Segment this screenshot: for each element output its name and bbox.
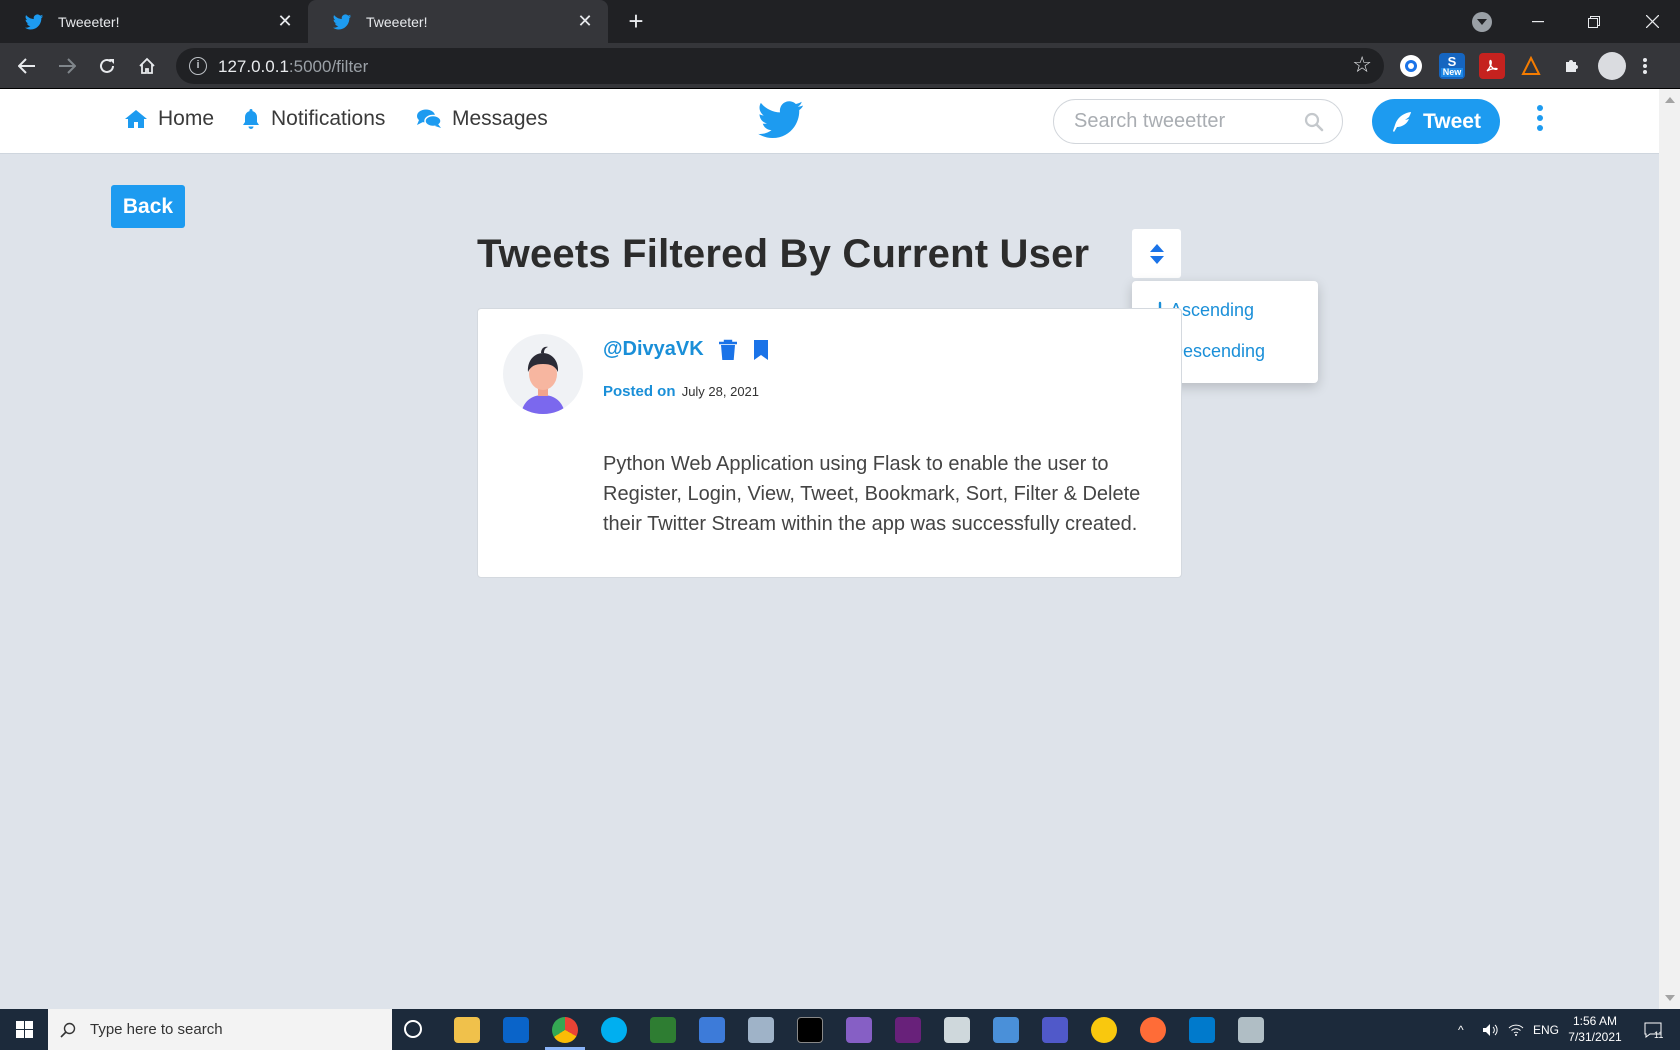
database-tool-icon[interactable] [944,1017,970,1043]
close-tab-icon[interactable]: ✕ [276,12,294,30]
database-stack-icon[interactable] [1238,1017,1264,1043]
nav-home-label: Home [158,107,215,130]
bookmark-star-icon[interactable]: ☆ [1352,54,1372,76]
nav-messages-label: Messages [452,107,548,130]
notification-count: 11 [1654,1029,1664,1040]
cortana-icon[interactable] [404,1020,422,1038]
reload-icon[interactable] [95,54,119,78]
bookmark-icon[interactable] [753,339,769,366]
profile-avatar-icon[interactable] [1598,52,1626,80]
restore-window-icon[interactable] [1566,0,1622,43]
page-title: Tweets Filtered By Current User [477,232,1090,276]
forward-arrow-icon[interactable] [55,54,79,78]
chat-bubbles-icon [417,109,442,128]
nav-home-link[interactable]: Home [124,107,214,131]
site-info-icon[interactable]: i [189,57,207,75]
browser-tab-title: Tweeeter! [366,13,428,30]
minimize-window-icon[interactable] [1510,0,1566,43]
yellow-app-icon[interactable] [1091,1017,1117,1043]
posted-label: Posted on [603,383,676,400]
nav-messages-link[interactable]: Messages [416,107,548,131]
new-tab-icon[interactable]: + [624,8,648,34]
monitor-app-icon[interactable] [699,1017,725,1043]
tweet-body: Python Web Application using Flask to en… [603,453,1141,535]
clock-time: 1:56 AM [1572,1014,1618,1028]
web-page: Home Notifications Messages Tweet Back T… [0,89,1659,1009]
network-app-icon[interactable] [993,1017,1019,1043]
browser-tab-1[interactable]: Tweeeter! ✕ [0,0,308,43]
postman-icon[interactable] [1140,1017,1166,1043]
back-button[interactable]: Back [111,185,185,228]
taskbar-search-box[interactable]: Type here to search [48,1009,392,1050]
bell-icon [243,109,259,129]
pdf-extension-icon[interactable] [1479,53,1505,79]
sort-toggle-button[interactable] [1132,229,1181,278]
tweet-author-handle[interactable]: @DivyaVK [603,338,704,361]
wifi-icon[interactable] [1508,1009,1524,1050]
nav-notifications-link[interactable]: Notifications [241,107,385,131]
windows-taskbar: Type here to search ^ ENG 1:56 AM 7/31/2… [0,1009,1680,1050]
tweet-button-label: Tweet [1423,109,1481,133]
tab-search-icon[interactable] [1472,12,1492,32]
notification-center-icon[interactable]: 11 [1644,1009,1663,1050]
address-url: 127.0.0.1:5000/filter [218,57,369,76]
twitter-favicon-icon [332,12,352,32]
terminal-icon[interactable] [797,1017,823,1043]
browser-toolbar: i 127.0.0.1:5000/filter ☆ S New [0,43,1680,89]
close-window-icon[interactable] [1624,0,1680,43]
skype-icon[interactable] [601,1017,627,1043]
scroll-up-arrow-icon[interactable] [1665,97,1675,103]
search-icon[interactable] [1304,112,1324,137]
sort-descending-label: Descending [1170,341,1266,361]
show-hidden-icons-icon[interactable]: ^ [1458,1009,1464,1050]
file-explorer-icon[interactable] [454,1017,480,1043]
spreadsheet-app-icon[interactable] [650,1017,676,1043]
site-navbar: Home Notifications Messages Tweet [0,89,1659,154]
page-scrollbar[interactable] [1659,89,1680,1009]
tweet-posted-info: Posted on July 28, 2021 [603,383,759,400]
vscode-icon[interactable] [1189,1017,1215,1043]
windows-start-icon[interactable] [0,1009,48,1050]
utility-app-icon[interactable] [748,1017,774,1043]
back-arrow-icon[interactable] [15,54,39,78]
visual-studio-alt-icon[interactable] [895,1017,921,1043]
search-input[interactable] [1074,100,1294,143]
twitter-bird-logo-icon[interactable] [758,101,804,144]
avatar [503,334,583,414]
tweet-button[interactable]: Tweet [1372,99,1500,144]
chrome-menu-icon[interactable] [1640,53,1650,79]
volume-icon[interactable] [1482,1009,1498,1050]
scroll-down-arrow-icon[interactable] [1665,995,1675,1001]
extensions-puzzle-icon[interactable] [1559,53,1585,79]
teams-icon[interactable] [1042,1017,1068,1043]
taskbar-search-placeholder: Type here to search [90,1021,223,1038]
nav-notifications-label: Notifications [271,107,386,130]
browser-tab-title: Tweeeter! [58,13,120,30]
tweet-card: @DivyaVK Posted on July 28, 2021 Python … [477,308,1182,578]
sort-ascending-label: Ascending [1170,300,1255,320]
browser-tab-2[interactable]: Tweeeter! ✕ [308,0,608,43]
sort-icon [1149,243,1164,264]
house-icon [125,110,147,128]
chrome-taskbar-icon[interactable] [552,1017,578,1043]
system-clock[interactable]: 1:56 AM 7/31/2021 [1555,1013,1635,1045]
feather-pen-icon [1393,111,1412,132]
triangle-extension-icon[interactable] [1518,53,1544,79]
tweet-date: July 28, 2021 [681,384,760,399]
home-icon[interactable] [135,54,159,78]
close-tab-icon[interactable]: ✕ [576,12,594,30]
more-options-icon[interactable] [1534,105,1546,137]
address-bar[interactable]: i 127.0.0.1:5000/filter ☆ [176,48,1384,84]
extension-blue-circle-icon[interactable] [1400,55,1422,77]
visual-studio-icon[interactable] [846,1017,872,1043]
extension-new-badge-icon[interactable]: S New [1439,53,1465,79]
clock-date: 7/31/2021 [1568,1030,1622,1044]
trash-icon[interactable] [718,339,738,366]
twitter-favicon-icon [24,12,44,32]
outlook-icon[interactable] [503,1017,529,1043]
search-icon [60,1022,76,1038]
search-box [1053,99,1343,144]
browser-tab-strip: Tweeeter! ✕ Tweeeter! ✕ + [0,0,1680,43]
